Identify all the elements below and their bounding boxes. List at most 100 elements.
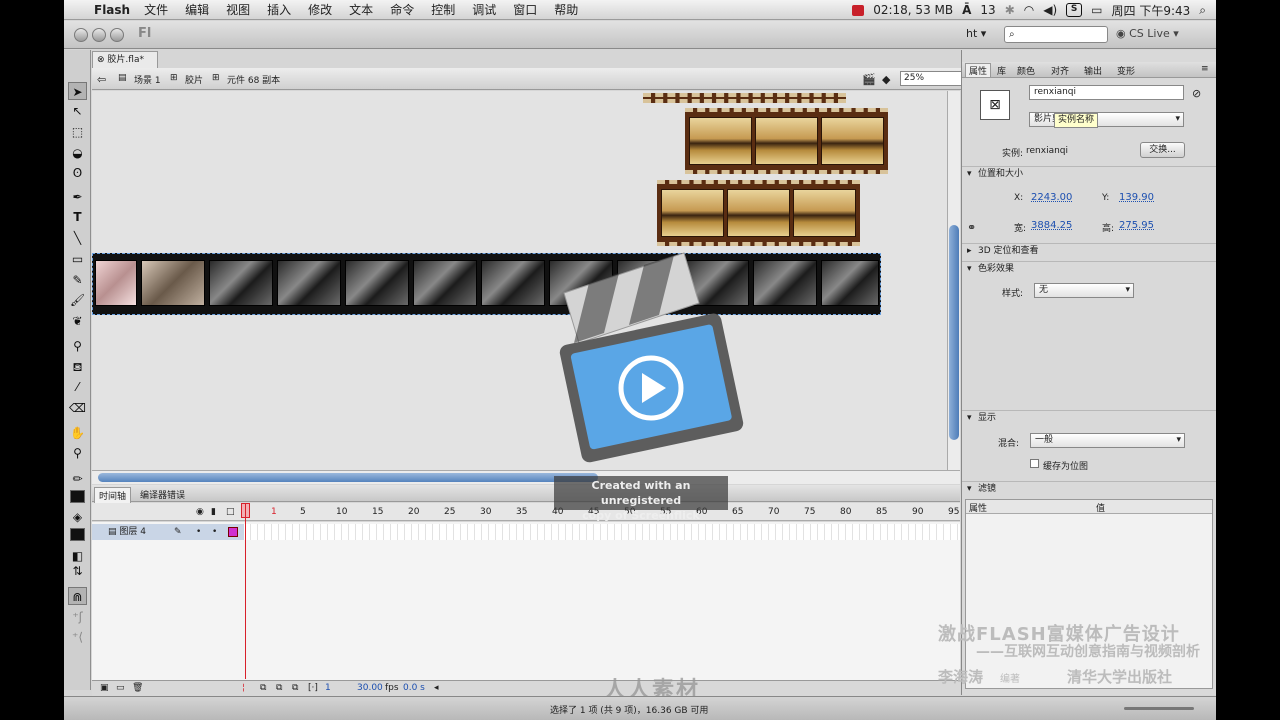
minimize-window-button[interactable]	[92, 28, 106, 42]
size-slider[interactable]	[1124, 707, 1194, 710]
new-folder-icon[interactable]: ▭	[116, 683, 125, 693]
breadcrumb-scene[interactable]: 场景 1	[134, 73, 161, 86]
panel-menu-icon[interactable]: ≡	[1198, 64, 1212, 74]
delete-layer-icon[interactable]: 🗑	[132, 683, 143, 693]
blend-select[interactable]: 一般 ▾	[1030, 433, 1185, 448]
visibility-dot[interactable]: •	[196, 524, 201, 540]
menu-text[interactable]: 文本	[349, 1, 373, 18]
menu-help[interactable]: 帮助	[554, 1, 578, 18]
menu-window[interactable]: 窗口	[513, 1, 537, 18]
scroll-left-icon[interactable]: ◂	[434, 683, 439, 693]
back-arrow-icon[interactable]: ⇦	[97, 73, 106, 86]
eyedropper-tool-icon[interactable]: ⁄	[68, 378, 87, 396]
volume-icon[interactable]: ◀)	[1043, 3, 1057, 17]
x-value[interactable]: 2243.00	[1031, 192, 1072, 203]
close-tab-icon[interactable]: ⊗	[97, 55, 105, 65]
3d-rotation-tool-icon[interactable]: ◒	[68, 144, 87, 162]
frame-rate[interactable]: 30.00	[357, 683, 383, 693]
stage-horizontal-scrollbar[interactable]	[92, 470, 960, 484]
onion-skin-icon[interactable]: ⧉	[260, 683, 266, 693]
rectangle-tool-icon[interactable]: ▭	[68, 250, 87, 268]
lasso-tool-icon[interactable]: ʘ	[68, 164, 87, 182]
edit-instance-icon[interactable]: ⊘	[1192, 87, 1201, 100]
menu-modify[interactable]: 修改	[308, 1, 332, 18]
onion-markers-icon[interactable]: [·]	[308, 683, 318, 693]
style-select[interactable]: 无 ▾	[1034, 283, 1134, 298]
tab-align[interactable]: 对齐	[1048, 64, 1072, 77]
section-position-size[interactable]: 位置和大小	[962, 166, 1216, 182]
smooth-icon[interactable]: ⁺ʃ	[68, 608, 87, 626]
new-layer-icon[interactable]: ▣	[100, 683, 109, 693]
stage[interactable]	[92, 91, 947, 470]
tab-timeline[interactable]: 时间轴	[94, 487, 132, 503]
zoom-field[interactable]: 25%	[900, 71, 962, 86]
selection-tool-icon[interactable]: ➤	[68, 82, 87, 100]
lock-dot[interactable]: •	[212, 524, 217, 540]
subselection-tool-icon[interactable]: ↖	[68, 102, 87, 120]
stroke-color-swatch[interactable]	[70, 490, 85, 503]
close-window-button[interactable]	[74, 28, 88, 42]
breadcrumb-symbol[interactable]: 胶片	[185, 73, 203, 86]
eraser-tool-icon[interactable]: ⌫	[68, 399, 87, 417]
section-3d[interactable]: 3D 定位和查看	[962, 243, 1216, 259]
clock[interactable]: 周四 下午9:43	[1112, 2, 1191, 19]
height-value[interactable]: 275.95	[1119, 220, 1154, 231]
layer-name[interactable]: 图层 4	[119, 527, 146, 537]
tab-transform[interactable]: 变形	[1114, 64, 1138, 77]
menu-control[interactable]: 控制	[431, 1, 455, 18]
record-icon[interactable]	[852, 4, 865, 16]
bone-tool-icon[interactable]: ⚲	[68, 337, 87, 355]
eye-icon[interactable]: ◉	[196, 507, 204, 517]
elapsed-time[interactable]: 0.0 s	[403, 683, 425, 693]
text-tool-icon[interactable]: T	[68, 208, 87, 226]
film-strip-selected[interactable]	[92, 253, 881, 315]
tab-output[interactable]: 输出	[1081, 64, 1105, 77]
battery-icon[interactable]: ▭	[1091, 3, 1102, 17]
outline-icon[interactable]: □	[226, 507, 235, 517]
tab-properties[interactable]: 属性	[965, 63, 992, 77]
search-input[interactable]: ⌕	[1004, 26, 1108, 43]
onion-outline-icon[interactable]: ⧉	[276, 683, 282, 693]
spotlight-icon[interactable]: ⌕	[1199, 3, 1206, 18]
lock-icon[interactable]: ▮	[211, 507, 216, 517]
current-frame[interactable]: 1	[325, 683, 331, 693]
stroke-color-icon[interactable]: ✏	[68, 470, 87, 488]
symbol-type-select[interactable]: 影片剪辑 ▾	[1029, 112, 1184, 127]
tab-compiler-errors[interactable]: 编译器错误	[136, 487, 189, 502]
stage-vertical-scrollbar[interactable]	[947, 91, 960, 470]
section-color-effect[interactable]: 色彩效果	[962, 261, 1216, 277]
workspace-switcher[interactable]: ht ▾	[966, 27, 986, 40]
skype-icon[interactable]: S	[1066, 3, 1083, 17]
fill-color-icon[interactable]: ◈	[68, 508, 87, 526]
y-value[interactable]: 139.90	[1119, 192, 1154, 203]
zoom-tool-icon[interactable]: ⚲	[68, 444, 87, 462]
section-filters[interactable]: 滤镜	[962, 481, 1216, 497]
center-frame-icon[interactable]: ¦	[242, 683, 245, 693]
snap-to-objects-icon[interactable]: ⋒	[68, 587, 87, 605]
pencil-tool-icon[interactable]: ✎	[68, 271, 87, 289]
menu-insert[interactable]: 插入	[267, 1, 291, 18]
cs-live-button[interactable]: ◉ CS Live ▾	[1116, 27, 1179, 40]
tab-library[interactable]: 库	[994, 64, 1009, 77]
edit-symbols-icon[interactable]: ◆	[882, 73, 890, 86]
bluetooth-icon[interactable]: ✱	[1005, 3, 1015, 17]
instance-name-input[interactable]: renxianqi	[1029, 85, 1184, 100]
swap-button[interactable]: 交换...	[1140, 142, 1185, 158]
menu-commands[interactable]: 命令	[390, 1, 414, 18]
section-display[interactable]: 显示	[962, 410, 1216, 426]
line-tool-icon[interactable]: ╲	[68, 229, 87, 247]
tab-color[interactable]: 颜色	[1014, 64, 1038, 77]
fill-color-swatch[interactable]	[70, 528, 85, 541]
document-tab[interactable]: ⊗ 胶片.fla*	[92, 51, 158, 68]
edit-scene-icon[interactable]: 🎬	[862, 73, 876, 86]
app-menu[interactable]: Flash	[94, 3, 130, 17]
swap-colors-icon[interactable]: ⇅	[68, 562, 87, 580]
hand-tool-icon[interactable]: ✋	[68, 424, 87, 442]
pen-tool-icon[interactable]: ✒	[68, 188, 87, 206]
free-transform-tool-icon[interactable]: ⬚	[68, 123, 87, 141]
layer-row[interactable]: ▤ 图层 4 ✎ • •	[92, 524, 244, 540]
zoom-window-button[interactable]	[110, 28, 124, 42]
paint-bucket-tool-icon[interactable]: ⛾	[68, 358, 87, 376]
breadcrumb-instance[interactable]: 元件 68 副本	[227, 73, 280, 86]
wifi-icon[interactable]: ◠	[1024, 3, 1034, 17]
